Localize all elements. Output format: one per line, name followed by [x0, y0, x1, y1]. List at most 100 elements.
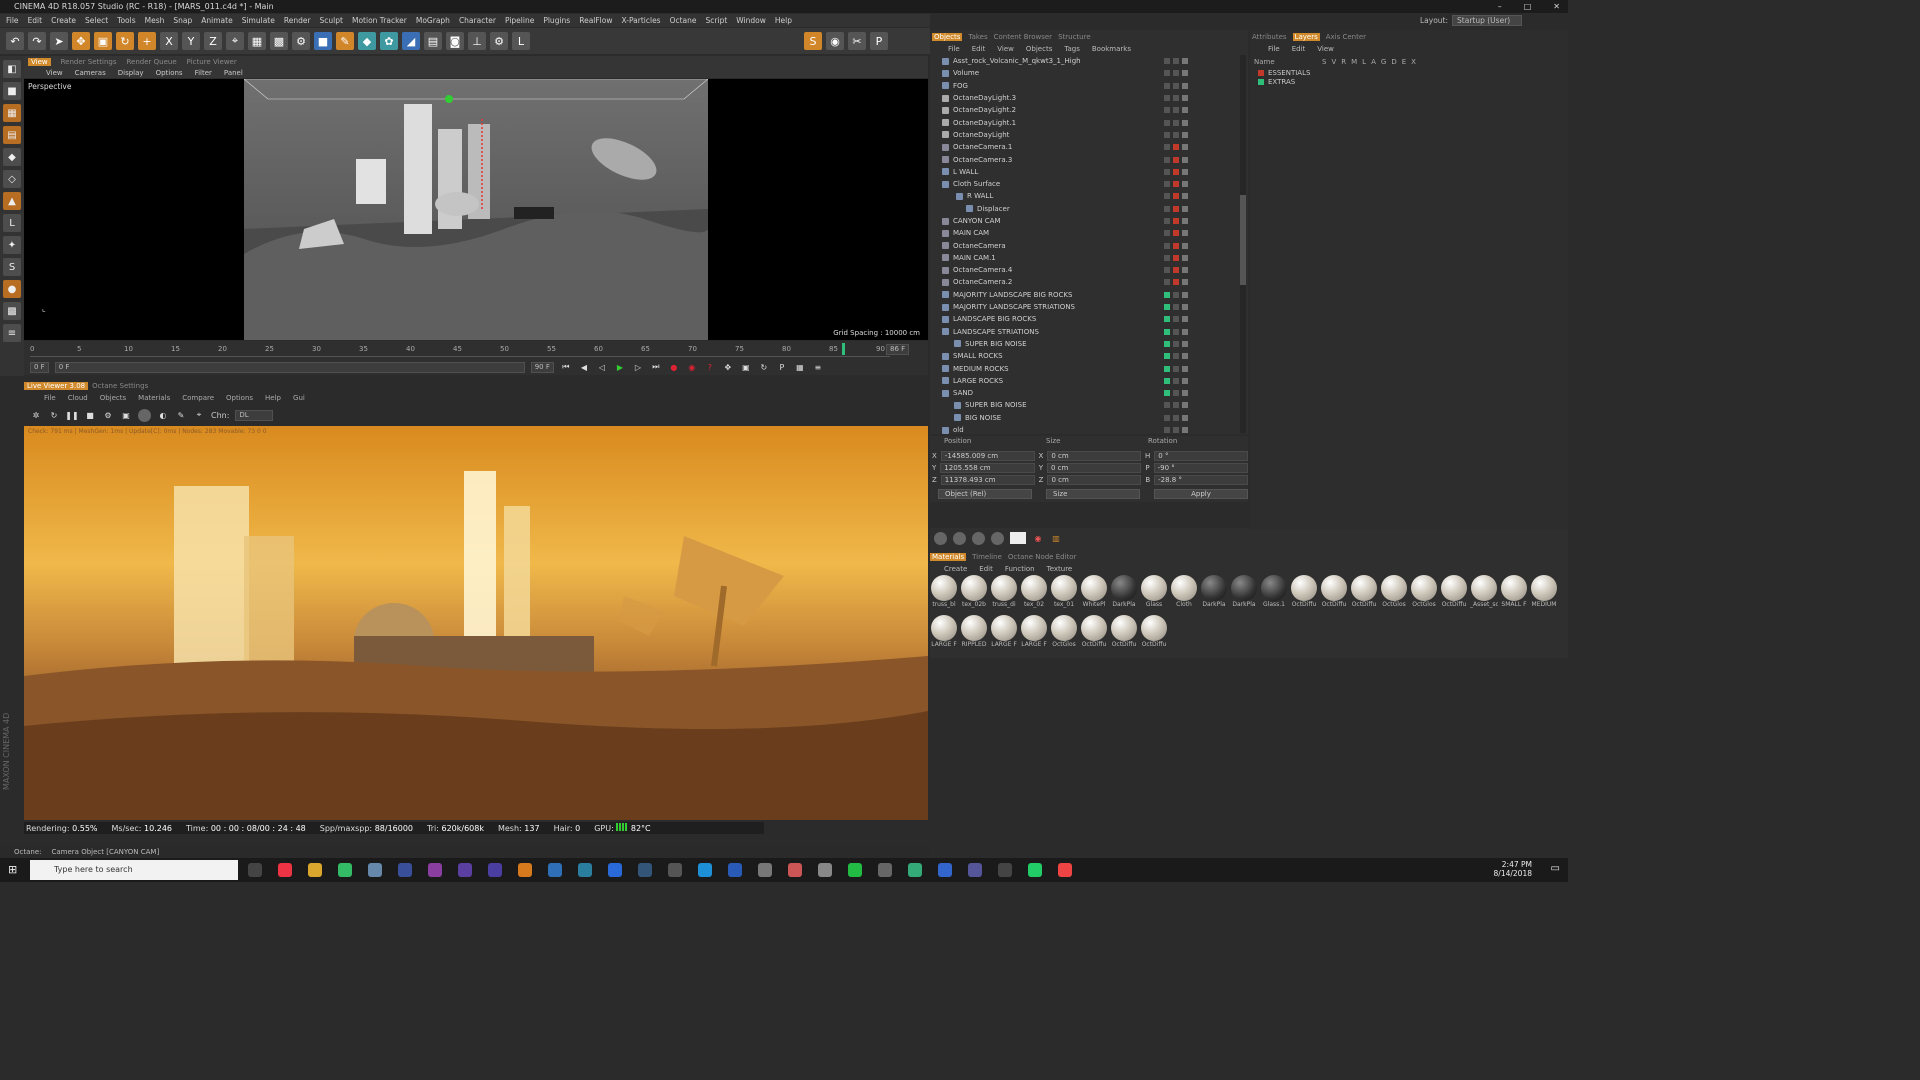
menu-item[interactable]: Mesh	[145, 16, 165, 25]
deformer-icon[interactable]: ◢	[402, 32, 420, 50]
object-tag-icon[interactable]	[1182, 316, 1188, 323]
attribute-tab[interactable]: Layers	[1292, 33, 1320, 41]
maximize-icon[interactable]: □	[1524, 0, 1532, 13]
menu-item[interactable]: Pipeline	[505, 16, 534, 25]
menu-item[interactable]: Select	[85, 16, 108, 25]
object-flags[interactable]	[1164, 58, 1188, 65]
material-square-icon[interactable]	[1010, 532, 1026, 544]
layer-color-swatch[interactable]	[1164, 168, 1170, 175]
grid-icon[interactable]: ▩	[3, 302, 21, 320]
texture-mode-icon[interactable]: ▦	[3, 104, 21, 122]
clay-mode-icon[interactable]: ◐	[157, 409, 169, 421]
taskbar-search[interactable]: Type here to search	[30, 860, 238, 880]
pick-material-icon[interactable]: ✎	[175, 409, 187, 421]
visibility-dot[interactable]	[1173, 119, 1179, 126]
layer-color-swatch[interactable]	[1164, 267, 1170, 274]
viewport-menu-item[interactable]: Panel	[224, 69, 243, 77]
material-swatch[interactable]: OctDiffu	[1110, 615, 1138, 653]
object-tag-icon[interactable]	[1182, 328, 1188, 335]
taskbar-clock[interactable]: 2:47 PM 8/14/2018	[1494, 860, 1532, 878]
app-5-icon[interactable]	[668, 863, 682, 877]
object-tag-icon[interactable]	[1182, 156, 1188, 163]
layer-color-swatch[interactable]	[1164, 205, 1170, 212]
attribute-menu-item[interactable]: View	[1317, 45, 1334, 53]
material-swatch[interactable]: tex_02	[1020, 575, 1048, 613]
layer-color-swatch[interactable]	[1164, 316, 1170, 323]
select-arrow-icon[interactable]: ➤	[50, 32, 68, 50]
object-flags[interactable]	[1164, 304, 1188, 311]
viewport-tab[interactable]: View	[28, 57, 51, 66]
visibility-dot[interactable]	[1173, 144, 1179, 151]
redo-icon[interactable]: ↷	[28, 32, 46, 50]
windows-start-icon[interactable]: ⊞	[8, 863, 17, 876]
visibility-dot[interactable]	[1173, 230, 1179, 237]
object-row[interactable]: OctaneCamera.3	[930, 153, 1240, 165]
menu-item[interactable]: MoGraph	[416, 16, 450, 25]
object-flags[interactable]	[1164, 328, 1188, 335]
layer-color-swatch[interactable]	[1164, 377, 1170, 384]
frame-range-slider[interactable]: 0 F	[54, 361, 525, 373]
camera-icon[interactable]: ◙	[446, 32, 464, 50]
material-swatch[interactable]: OctDiffu	[1080, 615, 1108, 653]
object-list-scrollbar[interactable]	[1240, 55, 1246, 433]
viewport-tab[interactable]: Picture Viewer	[187, 58, 237, 66]
material-swatch[interactable]: truss_bl	[930, 575, 958, 613]
layer-color-swatch[interactable]	[1164, 427, 1170, 434]
material-swatch[interactable]: LARGE F	[1020, 615, 1048, 653]
material-swatch[interactable]: WhitePl	[1080, 575, 1108, 613]
visibility-dot[interactable]	[1173, 205, 1179, 212]
timeline-menu-icon[interactable]: ≡	[812, 361, 824, 373]
object-row[interactable]: Asst_rock_Volcanic_M_qkwt3_1_High	[930, 55, 1240, 67]
rotation-key-icon[interactable]: ↻	[758, 361, 770, 373]
end-frame-field[interactable]: 90 F	[530, 361, 554, 373]
object-manager-tab[interactable]: Content Browser	[994, 33, 1052, 41]
object-row[interactable]: SAND	[930, 387, 1240, 399]
object-row[interactable]: SUPER BIG NOISE	[930, 338, 1240, 350]
illustrator-icon[interactable]	[518, 863, 532, 877]
pos-z-field[interactable]: 11378.493 cm	[940, 475, 1035, 485]
app-7-icon[interactable]	[758, 863, 772, 877]
octane-icon[interactable]: ◉	[826, 32, 844, 50]
visibility-dot[interactable]	[1173, 316, 1179, 323]
app-17-icon[interactable]	[1058, 863, 1072, 877]
minimize-icon[interactable]: –	[1498, 0, 1502, 13]
object-flags[interactable]	[1164, 390, 1188, 397]
menu-item[interactable]: File	[6, 16, 19, 25]
octane-node-icon[interactable]: ▥	[1050, 532, 1062, 544]
pos-y-field[interactable]: 1205.558 cm	[940, 463, 1035, 473]
subdivision-icon[interactable]: ◆	[358, 32, 376, 50]
material-swatch[interactable]: LARGE F	[930, 615, 958, 653]
pla-key-icon[interactable]: ▦	[794, 361, 806, 373]
object-row[interactable]: CANYON CAM	[930, 215, 1240, 227]
layer-color-swatch[interactable]	[1164, 95, 1170, 102]
material-ball-2-icon[interactable]	[953, 531, 966, 545]
object-manager-tab[interactable]: Objects	[932, 33, 963, 41]
viewport-scene[interactable]	[243, 78, 709, 340]
start-frame-field[interactable]: 0 F	[30, 361, 49, 373]
material-swatch[interactable]: MEDIUM	[1530, 575, 1558, 613]
psr-icon[interactable]: P	[870, 32, 888, 50]
size-mode-select[interactable]: Size	[1046, 489, 1140, 499]
live-viewer-menu-item[interactable]: Compare	[182, 394, 214, 402]
material-swatch[interactable]: OctDiffu	[1440, 575, 1468, 613]
layer-color-swatch[interactable]	[1164, 58, 1170, 65]
material-swatch[interactable]: truss_di	[990, 575, 1018, 613]
lv-settings-icon[interactable]: ⚙	[102, 409, 114, 421]
viewport-menu-item[interactable]: View	[46, 69, 63, 77]
app-2-icon[interactable]	[398, 863, 412, 877]
layer-color-swatch[interactable]	[1164, 156, 1170, 163]
pen-icon[interactable]: ✎	[336, 32, 354, 50]
record-icon[interactable]: ●	[668, 361, 680, 373]
live-viewer-tab[interactable]: Octane Settings	[92, 382, 148, 390]
viewport-menu-item[interactable]: Filter	[195, 69, 212, 77]
object-tag-icon[interactable]	[1182, 291, 1188, 298]
layer-color-swatch[interactable]	[1164, 218, 1170, 224]
object-row[interactable]: LANDSCAPE STRIATIONS	[930, 326, 1240, 338]
sculpt-icon[interactable]: S	[804, 32, 822, 50]
cinema4d-icon[interactable]	[338, 863, 352, 877]
object-manager-menu-item[interactable]: Tags	[1064, 45, 1080, 53]
object-manager-tab[interactable]: Takes	[968, 33, 987, 41]
axis-mode-icon[interactable]: L	[3, 214, 21, 232]
visibility-dot[interactable]	[1173, 58, 1179, 65]
edges-mode-icon[interactable]: ◇	[3, 170, 21, 188]
